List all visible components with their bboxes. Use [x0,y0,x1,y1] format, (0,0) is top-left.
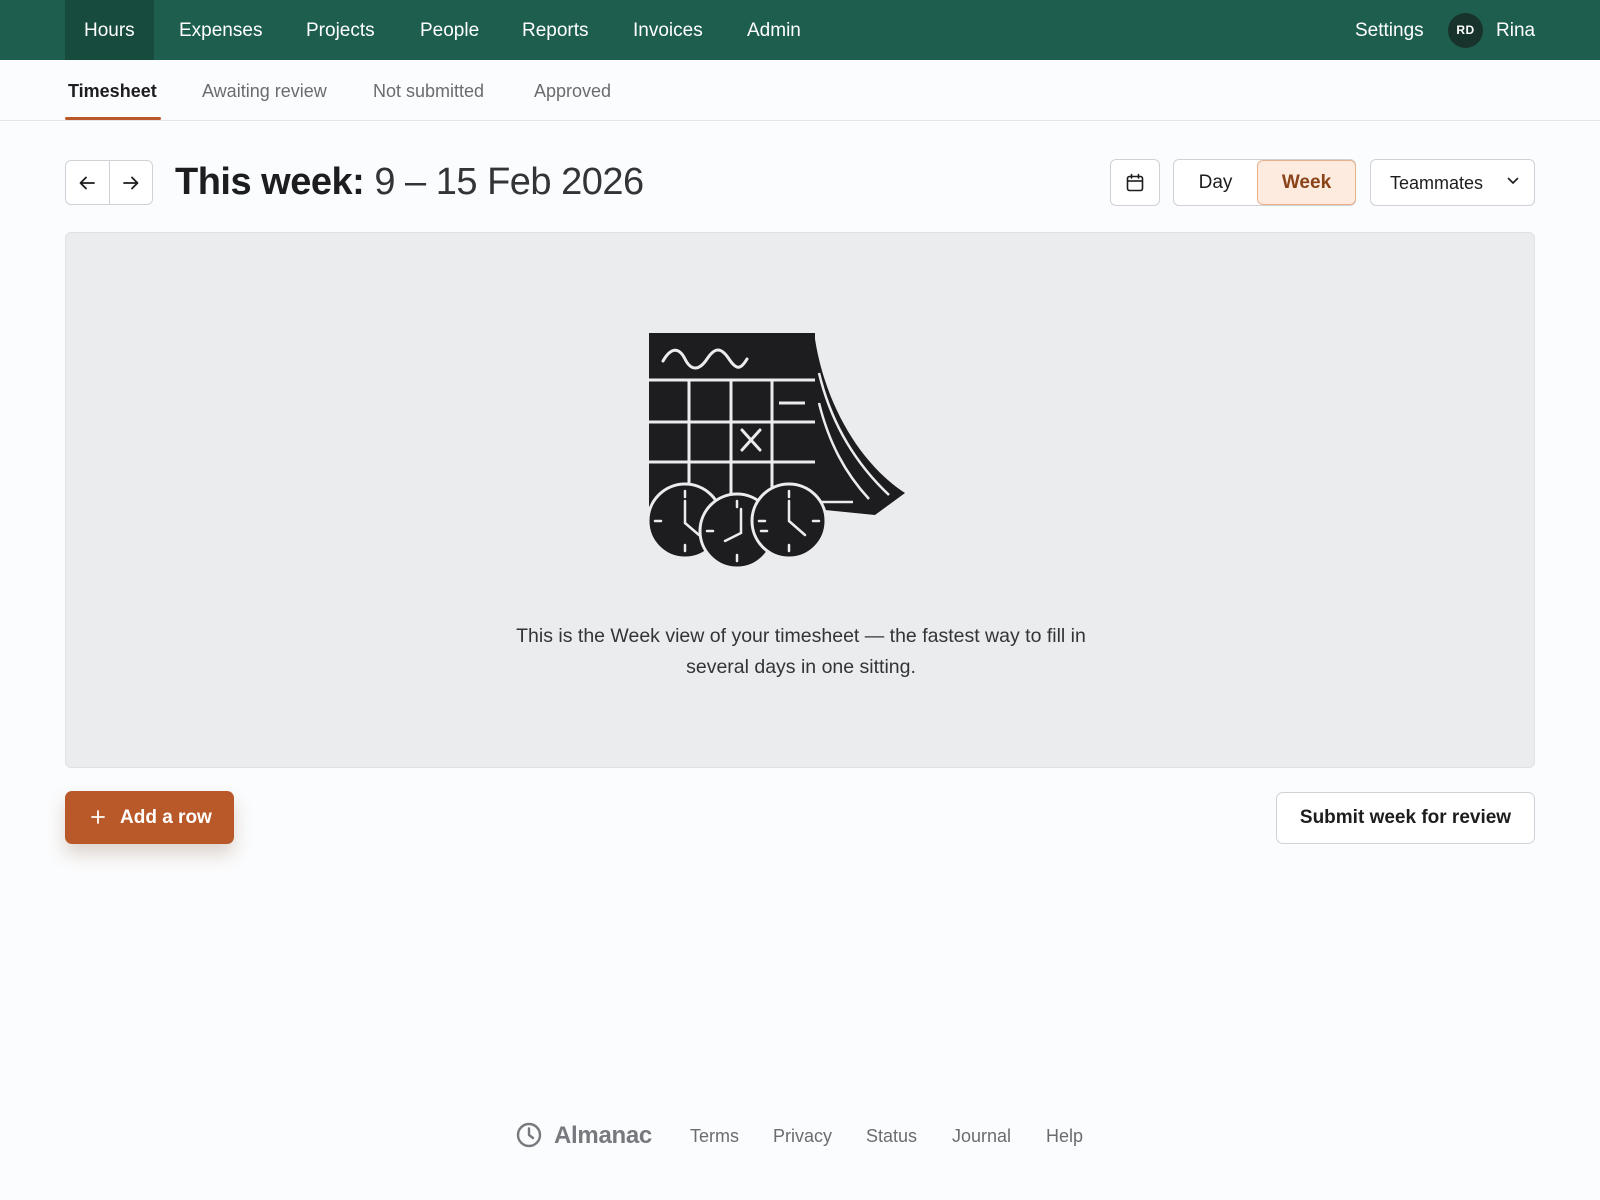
clock-logo-icon [516,1122,542,1148]
chevron-down-icon [1507,177,1519,184]
footer-brand[interactable]: Almanac [554,1120,652,1152]
footer-link-journal[interactable]: Journal [952,1122,1011,1150]
add-row-label: Add a row [120,807,212,828]
nav-item-reports[interactable]: Reports [522,0,589,60]
subtab-bar: Timesheet Awaiting review Not submitted … [0,60,1600,121]
empty-state-message: This is the Week view of your timesheet … [516,625,1086,678]
tab-timesheet[interactable]: Timesheet [68,60,157,121]
nav-item-hours[interactable]: Hours [65,0,154,60]
footer-link-status[interactable]: Status [866,1122,917,1150]
nav-item-people[interactable]: People [420,0,479,60]
timesheet-empty-state: This is the Week view of your timesheet … [65,232,1535,768]
footer-link-help[interactable]: Help [1046,1122,1083,1150]
footer-link-privacy[interactable]: Privacy [773,1122,832,1150]
view-week-button[interactable]: Week [1257,160,1356,205]
teammates-dropdown[interactable]: Teammates [1370,159,1535,206]
calendar-button[interactable] [1110,159,1160,206]
tab-awaiting-review[interactable]: Awaiting review [202,60,327,121]
calendar-clocks-illustration-icon [649,333,905,570]
top-nav: Hours Expenses Projects People Reports I… [0,0,1600,60]
arrow-right-icon [123,176,139,189]
calendar-icon [1126,173,1144,191]
nav-item-expenses[interactable]: Expenses [179,0,262,60]
nav-item-projects[interactable]: Projects [306,0,375,60]
active-tab-indicator [65,117,161,120]
arrow-left-icon [80,176,96,189]
tab-approved[interactable]: Approved [534,60,611,121]
add-row-button[interactable]: Add a row [65,791,234,844]
nav-item-admin[interactable]: Admin [747,0,801,60]
previous-week-button[interactable] [66,161,109,204]
view-day-button[interactable]: Day [1174,160,1257,205]
user-avatar[interactable]: RD [1448,13,1483,48]
page-title: This week: 9 – 15 Feb 2026 [175,158,644,206]
week-nav-arrows [65,160,153,205]
next-week-button[interactable] [108,161,152,204]
teammates-label: Teammates [1390,173,1484,193]
tab-not-submitted[interactable]: Not submitted [373,60,484,121]
page-title-date-range: 9 – 15 Feb 2026 [364,161,644,203]
nav-item-settings[interactable]: Settings [1355,0,1424,60]
footer-link-terms[interactable]: Terms [690,1122,739,1150]
page-title-label: This week: [175,161,365,203]
submit-week-button[interactable]: Submit week for review [1276,792,1535,844]
view-toggle: Day Week [1173,159,1356,206]
user-name[interactable]: Rina [1496,0,1535,60]
nav-item-invoices[interactable]: Invoices [633,0,703,60]
plus-icon [91,810,105,824]
